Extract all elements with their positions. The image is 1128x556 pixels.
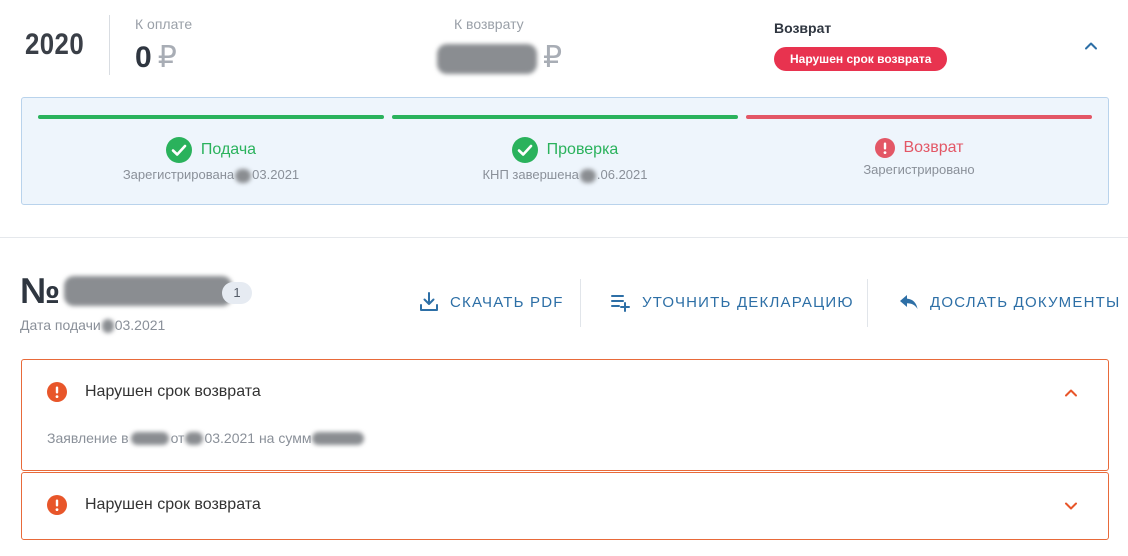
step-subtitle: Зарегистрировано [863,162,975,177]
refund-amount: ₽ [437,40,562,75]
refine-declaration-button[interactable]: УТОЧНИТЬ ДЕКЛАРАЦИЮ [610,291,854,313]
playlist-add-icon [611,295,630,312]
alert-header: Нарушен срок возврата [47,495,261,515]
redacted-amount [437,44,537,75]
redacted-authority [130,431,169,445]
download-pdf-button[interactable]: СКАЧАТЬ PDF [418,291,564,313]
action-divider [867,279,868,327]
declaration-date: Дата подачи 03.2021 [20,317,166,334]
alert-text-part: от [170,430,185,446]
check-circle-icon [511,137,538,163]
warning-circle-icon [47,495,67,515]
redacted-day [579,168,596,183]
action-divider [580,279,581,327]
number-prefix: № [20,270,61,311]
redacted-amount [312,431,365,445]
redacted-day [101,319,114,334]
step-subtitle-text: КНП завершена [482,167,579,182]
to-pay-value: 0 [135,41,152,74]
progress-bar-step-1 [38,115,384,119]
to-pay-amount: 0 ₽ [135,40,177,75]
chevron-up-icon[interactable] [1083,38,1099,54]
step-title: Подача [200,141,257,158]
step-subtitle: КНП завершена .06.2021 [392,167,738,183]
count-badge: 1 [222,282,252,304]
refine-declaration-label: УТОЧНИТЬ ДЕКЛАРАЦИЮ [642,293,854,311]
step-subtitle: Зарегистрирована 03.2021 [38,167,384,183]
redacted-day [235,168,252,183]
alert-card-expanded[interactable]: Нарушен срок возврата Заявление в от 03.… [21,359,1109,471]
alert-text-part: Заявление в [47,430,129,446]
send-documents-button[interactable]: ДОСЛАТЬ ДОКУМЕНТЫ [898,291,1120,313]
progress-step-filing: Подача Зарегистрирована 03.2021 [38,136,384,183]
download-icon [420,292,438,311]
header-divider [109,15,110,75]
check-circle-icon [165,137,192,163]
alert-text-part: 03.2021 на сумм [204,430,312,446]
status-title: Возврат [774,20,832,36]
redacted-day [185,431,204,445]
redacted-number [64,276,233,306]
chevron-up-icon[interactable] [1063,385,1079,401]
refund-label: К возврату [454,16,524,32]
section-divider [0,237,1128,238]
currency-sign: ₽ [543,41,563,74]
progress-step-refund: Возврат Зарегистрировано [746,136,1092,177]
alert-description: Заявление в от 03.2021 на сумм [47,430,365,446]
step-title: Возврат [903,139,964,156]
step-subtitle-text: Зарегистрирована [122,167,235,182]
currency-sign: ₽ [157,41,177,74]
progress-bar-step-2 [392,115,738,119]
alert-card-collapsed[interactable]: Нарушен срок возврата [21,472,1109,540]
to-pay-label: К оплате [135,16,193,32]
download-pdf-label: СКАЧАТЬ PDF [450,293,564,311]
reply-icon [900,295,918,309]
send-documents-label: ДОСЛАТЬ ДОКУМЕНТЫ [930,293,1121,311]
chevron-down-icon[interactable] [1063,498,1079,514]
alert-header: Нарушен срок возврата [47,382,261,402]
date-label: Дата подачи [20,317,101,333]
error-circle-icon [874,138,895,158]
alert-title: Нарушен срок возврата [85,496,261,513]
declaration-number: № [20,270,233,312]
step-date: .06.2021 [596,167,648,182]
warning-circle-icon [47,382,67,402]
status-badge: Нарушен срок возврата [774,47,948,71]
year-label: 2020 [25,28,85,61]
progress-tracker: Подача Зарегистрирована 03.2021 Проверка … [21,97,1109,205]
progress-step-check: Проверка КНП завершена .06.2021 [392,136,738,183]
alert-title: Нарушен срок возврата [85,383,261,400]
date-value: 03.2021 [114,317,166,333]
progress-bar-step-3 [746,115,1092,119]
step-date: 03.2021 [252,167,300,182]
step-title: Проверка [546,141,619,158]
